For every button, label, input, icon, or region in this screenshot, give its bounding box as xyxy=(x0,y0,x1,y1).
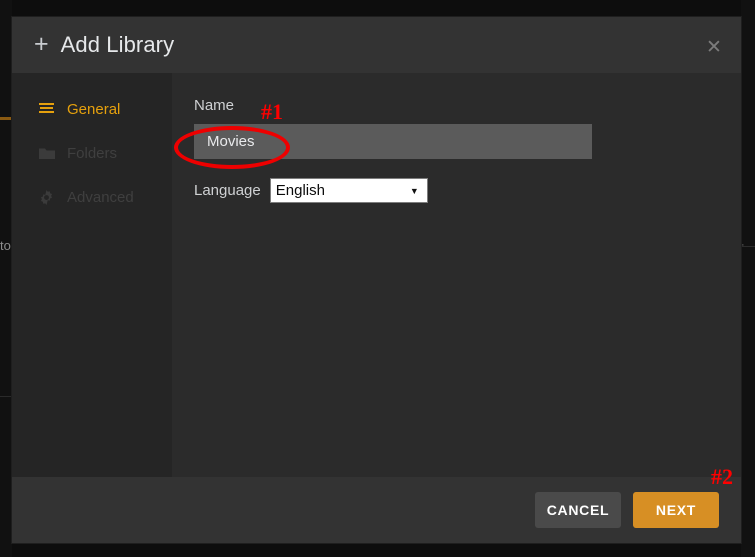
language-label: Language xyxy=(194,182,261,199)
dialog-body: General Folders Advanced Name Movies Lan… xyxy=(12,73,741,477)
dialog-title-row: + Add Library xyxy=(34,17,174,73)
sidebar-item-advanced: Advanced xyxy=(12,175,172,219)
background-right-divider xyxy=(741,246,755,247)
sidebar-item-label: General xyxy=(67,100,121,118)
background-accent-rule xyxy=(0,117,12,120)
sidebar-item-label: Advanced xyxy=(67,188,134,206)
annotation-marker-1: #1 xyxy=(261,99,283,124)
cancel-button[interactable]: CANCEL xyxy=(535,492,621,528)
gear-icon xyxy=(38,189,55,205)
plus-icon: + xyxy=(34,29,49,58)
background-right-glyph: · xyxy=(741,239,745,251)
background-left-text: to xyxy=(0,238,11,253)
dialog-header: + Add Library ✕ xyxy=(12,17,741,73)
language-select[interactable]: English xyxy=(269,178,428,203)
next-button[interactable]: NEXT xyxy=(633,492,719,528)
close-icon[interactable]: ✕ xyxy=(701,35,727,61)
sidebar-item-general[interactable]: General xyxy=(12,87,172,131)
background-right-panel xyxy=(741,0,755,557)
page-title: Add Library xyxy=(60,32,175,57)
dialog-footer: CANCEL NEXT xyxy=(12,477,741,543)
background-left-divider xyxy=(0,396,12,397)
hamburger-icon xyxy=(38,103,55,115)
language-select-wrapper: English ▼ xyxy=(269,178,428,203)
annotation-marker-2: #2 xyxy=(711,464,733,489)
annotation-ellipse-name-input xyxy=(174,126,290,169)
folder-icon xyxy=(38,147,55,160)
sidebar-item-folders: Folders xyxy=(12,131,172,175)
background-left-panel xyxy=(0,0,12,557)
add-library-dialog: + Add Library ✕ General Folders Advanced… xyxy=(12,17,741,543)
sidebar-item-label: Folders xyxy=(67,144,118,162)
dialog-sidebar: General Folders Advanced xyxy=(12,73,172,477)
language-field-row: Language English ▼ xyxy=(194,178,741,203)
